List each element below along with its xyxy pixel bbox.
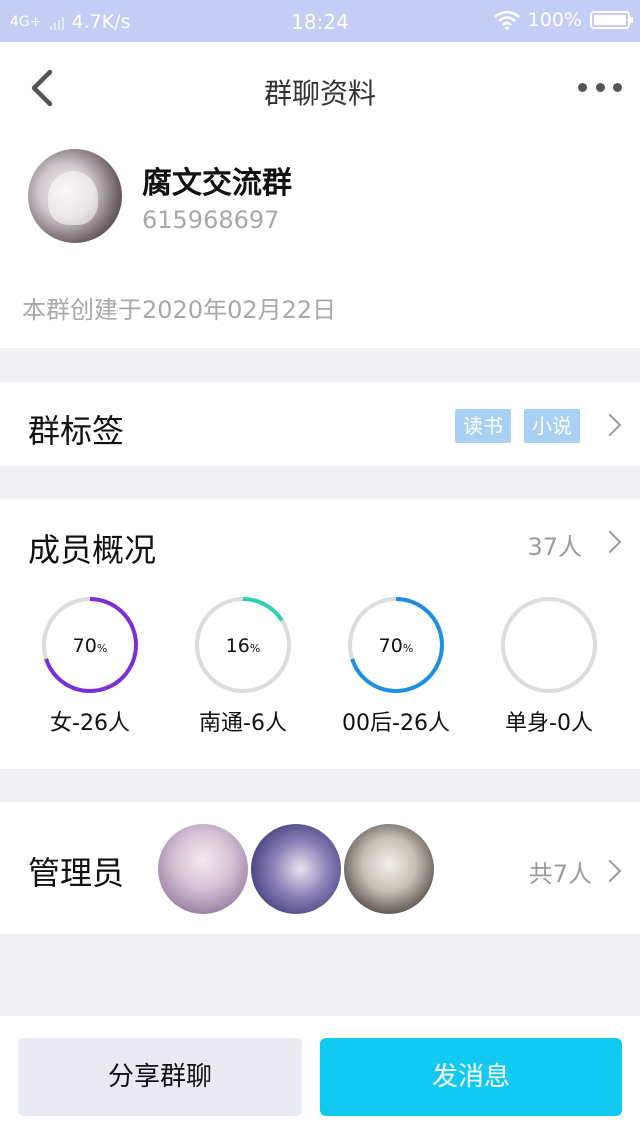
stat-percent: 70% bbox=[72, 635, 108, 657]
members-title: 成员概况 bbox=[28, 531, 157, 569]
more-dot bbox=[578, 82, 587, 92]
share-group-button[interactable]: 分享群聊 bbox=[18, 1038, 302, 1116]
group-profile: 腐文交流群 615968697 本群创建于2020年02月22日 bbox=[0, 134, 640, 348]
tags-title: 群标签 bbox=[28, 412, 125, 450]
group-name: 腐文交流群 bbox=[142, 166, 292, 201]
members-count[interactable]: 37人 bbox=[527, 527, 582, 562]
battery-percent: 100% bbox=[527, 9, 582, 31]
stat-percent: 16% bbox=[225, 635, 261, 657]
battery-icon bbox=[590, 11, 633, 29]
group-id: 615968697 bbox=[142, 206, 280, 234]
admins-title: 管理员 bbox=[28, 854, 125, 892]
tag-novel: 小说 bbox=[524, 409, 580, 443]
chevron-right-icon bbox=[598, 859, 622, 883]
stat-label: 00后-26人 bbox=[342, 711, 450, 736]
group-tags-row[interactable]: 群标签 读书 小说 bbox=[0, 382, 640, 466]
members-overview: 成员概况 37人 70% 女-26人 16% 南通-6人 70% 00后-26人 bbox=[0, 499, 640, 769]
chevron-right-icon[interactable] bbox=[598, 530, 622, 554]
nav-bar: 群聊资料 bbox=[0, 42, 640, 134]
group-created-date: 本群创建于2020年02月22日 bbox=[22, 296, 337, 324]
admins-row[interactable]: 管理员 共7人 bbox=[0, 802, 640, 934]
stat-post00[interactable]: 70% 00后-26人 bbox=[326, 595, 466, 737]
more-dot bbox=[595, 82, 605, 92]
stat-female[interactable]: 70% 女-26人 bbox=[20, 595, 160, 737]
group-avatar[interactable] bbox=[28, 149, 122, 243]
admin-avatar[interactable] bbox=[344, 824, 434, 914]
stat-label: 南通-6人 bbox=[199, 711, 287, 736]
wifi-icon bbox=[493, 10, 520, 30]
more-button[interactable] bbox=[578, 74, 622, 100]
tag-reading: 读书 bbox=[455, 409, 511, 443]
stat-label: 单身-0人 bbox=[505, 711, 593, 736]
stat-label: 女-26人 bbox=[50, 711, 130, 736]
admin-avatar[interactable] bbox=[158, 824, 248, 914]
chevron-right-icon bbox=[598, 413, 622, 437]
status-bar: 4G+ 4.7K/s 18:24 100% bbox=[0, 0, 640, 42]
admins-count: 共7人 bbox=[528, 860, 592, 888]
admin-avatar[interactable] bbox=[251, 824, 341, 914]
send-message-button[interactable]: 发消息 bbox=[320, 1038, 622, 1116]
more-dot bbox=[613, 82, 622, 92]
stat-single[interactable]: 单身-0人 bbox=[479, 595, 619, 737]
stat-percent: 70% bbox=[378, 635, 414, 657]
status-right: 100% bbox=[493, 9, 633, 31]
progress-ring bbox=[501, 597, 597, 693]
page-title: 群聊资料 bbox=[263, 77, 376, 110]
bottom-action-bar: 分享群聊 发消息 bbox=[0, 1016, 640, 1138]
stat-nantong[interactable]: 16% 南通-6人 bbox=[173, 595, 313, 737]
